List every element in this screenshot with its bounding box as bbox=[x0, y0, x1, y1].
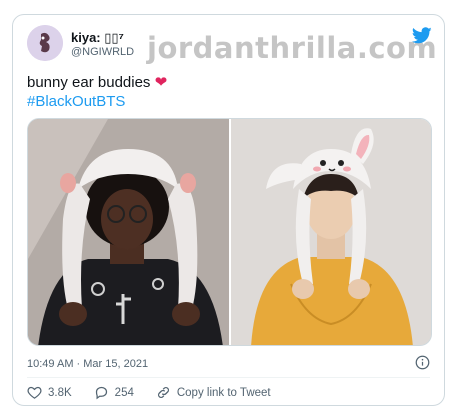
hashtag-link[interactable]: #BlackOutBTS bbox=[27, 93, 125, 110]
tweet-timestamp[interactable]: 10:49 AM · Mar 15, 2021 bbox=[27, 358, 148, 370]
reply-count: 254 bbox=[114, 386, 134, 399]
watermark: jordanthrilla.com bbox=[147, 31, 438, 65]
display-name[interactable]: kiya: ▯▯⁷ bbox=[71, 30, 124, 46]
copy-link-button[interactable]: Copy link to Tweet bbox=[156, 385, 271, 400]
reply-button[interactable]: 254 bbox=[94, 385, 134, 400]
tweet-card[interactable]: kiya: ▯▯⁷ @NGIWRLD jordanthrilla.com bun… bbox=[12, 14, 445, 406]
like-button[interactable]: 3.8K bbox=[27, 385, 72, 400]
photo-left[interactable] bbox=[28, 119, 229, 345]
tweet-text: bunny ear buddies ❤ bbox=[27, 73, 167, 91]
link-icon bbox=[157, 387, 169, 398]
avatar[interactable] bbox=[27, 25, 63, 61]
reply-icon bbox=[95, 386, 107, 400]
copy-link-label: Copy link to Tweet bbox=[176, 386, 271, 399]
like-count: 3.8K bbox=[48, 386, 72, 399]
heart-icon bbox=[27, 386, 42, 399]
heart-emoji: ❤ bbox=[154, 74, 168, 91]
twitter-bird-icon[interactable] bbox=[412, 27, 432, 44]
info-icon[interactable] bbox=[415, 355, 430, 370]
tweet-actions: 3.8K 254 Copy link to Tweet bbox=[27, 385, 293, 400]
user-handle[interactable]: @NGIWRLD bbox=[71, 46, 134, 58]
divider bbox=[27, 377, 430, 378]
tweet-text-body: bunny ear buddies bbox=[27, 74, 151, 91]
tweet-media[interactable] bbox=[27, 118, 432, 346]
photo-right[interactable] bbox=[230, 119, 431, 345]
